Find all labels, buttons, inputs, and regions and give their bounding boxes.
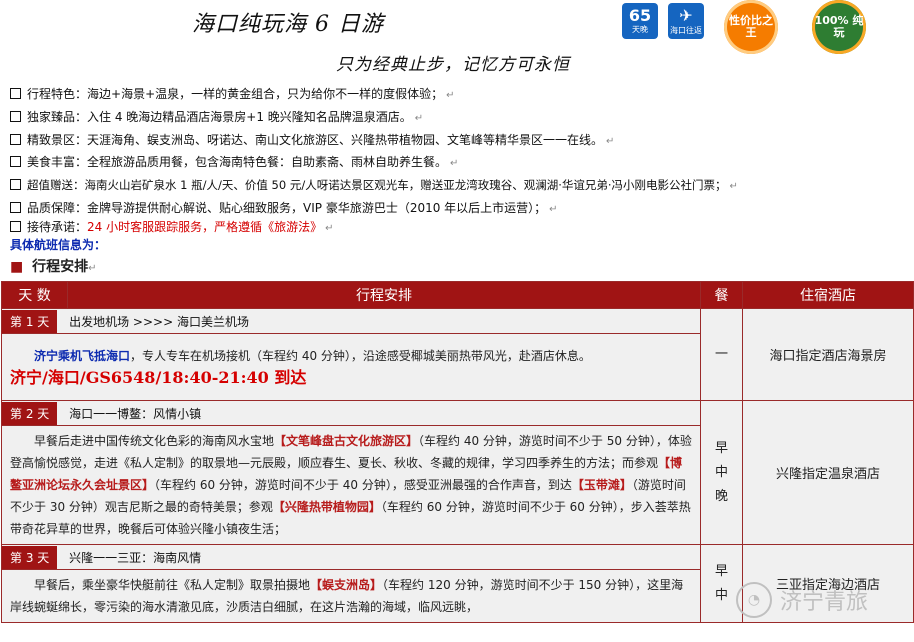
day-title: 海口一一博鳌：风情小镇 — [69, 406, 202, 421]
checkbox-icon — [10, 156, 21, 167]
feature-item: 接待承诺：24 小时客服跟踪服务，严格遵循《旅游法》 ↵ — [10, 218, 334, 238]
day-tag: 第 1 天 — [2, 309, 58, 333]
table-header-row: 天 数 行程安排 餐 住宿酒店 — [1, 281, 914, 309]
day-title: 兴隆一一三亚：海南风情 — [69, 550, 202, 565]
haikou-roundtrip-badge: ✈ 海口往返 — [668, 3, 704, 39]
feature-item: 精致景区：天涯海角、蜈支洲岛、呀诺达、南山文化旅游区、兴隆热带植物园、文笔峰等精… — [10, 131, 614, 151]
feature-item: 独家臻品：入住 4 晚海边精品酒店海景房+1 晚兴隆知名品牌温泉酒店。 ↵ — [10, 108, 423, 128]
header-hotel: 住宿酒店 — [742, 281, 914, 309]
six-days-five-nights-badge: 65 天晚 — [622, 3, 658, 39]
day-hotel: 海口指定酒店海景房 — [742, 308, 914, 401]
feature-item: 品质保障：金牌导游提供耐心解说、贴心细致服务，VIP 豪华旅游巴士（2010 年… — [10, 199, 558, 219]
checkbox-icon — [10, 202, 21, 213]
wechat-icon: ◔ — [736, 582, 772, 618]
day-title-row: 第 2 天 海口一一博鳌：风情小镇 早中晚 兴隆指定温泉酒店 — [1, 400, 914, 545]
checkbox-icon — [10, 221, 21, 232]
flight-info-label: 具体航班信息为： — [10, 238, 107, 252]
value-king-seal: 性价比之王 — [724, 0, 778, 54]
header-itinerary: 行程安排 — [67, 281, 701, 309]
day-meals: 一 — [700, 308, 743, 401]
checkbox-icon — [10, 179, 21, 190]
day-tag: 第 3 天 — [2, 545, 58, 569]
page-subtitle: 只为经典止步，记忆方可永恒 — [336, 55, 570, 75]
feature-item: 超值赠送：海南火山岩矿泉水 1 瓶/人/天、价值 50 元/人呀诺达景区观光车，… — [10, 176, 738, 196]
watermark: ◔ 济宁青旅 — [736, 580, 886, 620]
day-description: 早餐后走进中国传统文化色彩的海南风水宝地【文笔峰盘古文化旅游区】（车程约 40 … — [1, 425, 701, 545]
day-meals: 早中晚 — [700, 400, 743, 545]
page-title: 海口纯玩海 6 日游 — [192, 12, 384, 37]
plane-icon: ✈ — [679, 6, 693, 25]
feature-item: 美食丰富：全程旅游品质用餐，包含海南特色餐：自助素斋、雨林自助养生餐。 ↵ — [10, 153, 458, 173]
section-heading: ■ 行程安排↵ — [10, 259, 97, 275]
flight-details: 济宁/海口/GS6548/18:40-21:40 到达 — [10, 367, 307, 387]
header-days: 天 数 — [1, 281, 68, 309]
day-description: 济宁乘机飞抵海口，专人专车在机场接机（车程约 40 分钟），沿途感受椰城美丽热带… — [1, 333, 701, 401]
day-hotel: 兴隆指定温泉酒店 — [742, 400, 914, 545]
itinerary-table: 天 数 行程安排 餐 住宿酒店 第 1 天 出发地机场 >>>> 海口美兰机场 … — [1, 281, 914, 623]
square-bullet-icon: ■ — [10, 259, 24, 275]
feature-item: 行程特色：海边+海景+温泉，一样的黄金组合，只为给你不一样的度假体验； ↵ — [10, 85, 455, 105]
checkbox-icon — [10, 88, 21, 99]
checkbox-icon — [10, 111, 21, 122]
checkbox-icon — [10, 134, 21, 145]
day-title: 出发地机场 >>>> 海口美兰机场 — [69, 314, 249, 329]
header-meals: 餐 — [700, 281, 743, 309]
day-title-row: 第 3 天 兴隆一一三亚：海南风情 早中 三亚指定海边酒店 — [1, 544, 914, 623]
day-title-row: 第 1 天 出发地机场 >>>> 海口美兰机场 一 海口指定酒店海景房 — [1, 308, 914, 401]
pure-tour-seal: 100% 纯玩 — [812, 0, 866, 54]
day-tag: 第 2 天 — [2, 401, 58, 425]
day-description: 早餐后，乘坐豪华快艇前往《私人定制》取景拍摄地【蜈支洲岛】（车程约 120 分钟… — [1, 569, 701, 623]
